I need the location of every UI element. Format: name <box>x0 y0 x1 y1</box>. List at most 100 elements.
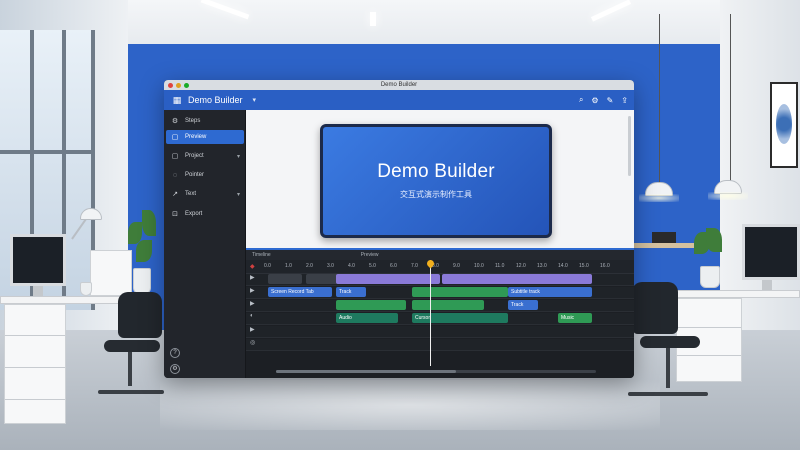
timeline-clip[interactable]: Music <box>558 313 592 323</box>
app-window: Demo Builder ▦ Demo Builder ▾ ⌕ ⚙ ✎ ⇪ ⚙ … <box>164 80 634 378</box>
wall-art <box>770 82 798 168</box>
sidebar-item-pointer[interactable]: ◌ Pointer <box>166 168 244 182</box>
timeline-ruler[interactable]: ◆ 0.0 1.0 2.0 3.0 4.0 5.0 6.0 7.0 8.0 9.0 10.0 11.0… <box>246 260 634 274</box>
ruler-tick-label: 15.0 <box>579 263 589 269</box>
tab-preview[interactable]: Preview <box>361 252 379 258</box>
grid-logo-icon[interactable]: ▦ <box>170 90 184 110</box>
play-icon[interactable]: ▶ <box>250 300 255 307</box>
ruler-tick-label: 12.0 <box>516 263 526 269</box>
preview-canvas: Demo Builder 交互式演示制作工具 <box>246 110 634 248</box>
pendant-wire <box>659 14 660 184</box>
tab-timeline[interactable]: Timeline <box>252 252 271 258</box>
playhead[interactable] <box>430 260 431 366</box>
help-icon[interactable]: ? <box>170 348 180 358</box>
audio-icon[interactable]: ◐ <box>250 313 254 319</box>
sidebar-item-label: Pointer <box>185 172 205 178</box>
timeline-track: ▶ <box>246 326 634 338</box>
timeline-track: ▶ Track <box>246 300 634 312</box>
sidebar-item-preview[interactable]: ▢ Preview <box>166 130 244 144</box>
ruler-tick-label: 3.0 <box>327 263 334 269</box>
cursor-icon: ◌ <box>172 171 178 179</box>
plant-pot <box>80 282 92 296</box>
timeline-clip[interactable] <box>412 300 484 310</box>
edit-icon[interactable]: ✎ <box>607 96 614 105</box>
sidebar-item-label: Preview <box>185 134 207 140</box>
right-wall <box>720 0 800 340</box>
ruler-tick-label: 4.0 <box>348 263 355 269</box>
ruler-tick-label: 13.0 <box>537 263 547 269</box>
timeline-track: ◐ Audio Cursor Music <box>246 313 634 325</box>
printer <box>90 250 132 296</box>
desk-monitor <box>10 234 66 286</box>
ruler-tick-label: 10.0 <box>474 263 484 269</box>
preview-title: Demo Builder <box>377 161 495 182</box>
timeline-clip[interactable] <box>336 274 440 284</box>
plant-pot <box>700 266 720 288</box>
desk <box>664 290 800 298</box>
preview-subtitle: 交互式演示制作工具 <box>400 190 472 199</box>
sidebar-item-label: Text <box>185 191 197 197</box>
marker-icon[interactable]: ◆ <box>250 263 255 270</box>
settings-icon[interactable]: ⚙ <box>170 364 180 374</box>
timeline-clip[interactable] <box>268 274 302 284</box>
sidebar-item-steps[interactable]: ⚙ Steps <box>166 114 244 128</box>
ruler-tick-label: 2.0 <box>306 263 313 269</box>
window-titlebar: Demo Builder <box>164 80 634 90</box>
play-icon[interactable]: ▶ <box>250 274 255 281</box>
timeline-clip[interactable]: Cursor <box>412 313 508 323</box>
toolbar-actions: ⌕ ⚙ ✎ ⇪ <box>579 90 628 110</box>
timeline-track: ▶ Screen Record Tab Track Subtitle track <box>246 287 634 299</box>
screen-icon: ▢ <box>171 134 179 141</box>
preview-screen[interactable]: Demo Builder 交互式演示制作工具 <box>320 124 552 238</box>
ruler-tick-label: 5.0 <box>369 263 376 269</box>
timeline-clip[interactable] <box>306 274 338 284</box>
office-chair <box>118 292 162 338</box>
ruler-tick-label: 1.0 <box>285 263 292 269</box>
timeline-clip[interactable]: Subtitle track <box>508 287 592 297</box>
plant-pot <box>133 268 151 294</box>
target-icon[interactable]: ◎ <box>250 339 255 346</box>
office-chair <box>632 282 678 334</box>
timeline-track: ◎ <box>246 339 634 351</box>
timeline-clip[interactable]: Track <box>508 300 538 310</box>
horizontal-scrollbar[interactable] <box>276 370 596 373</box>
share-icon[interactable]: ⇪ <box>621 96 628 105</box>
timeline-panel: Timeline Preview ◆ 0.0 1.0 2.0 3.0 4.0 5.0 6.0… <box>246 248 634 378</box>
sidebar-item-label: Export <box>185 211 203 217</box>
timeline-clip[interactable]: Screen Record Tab <box>268 287 332 297</box>
chevron-down-icon: ▾ <box>236 191 240 198</box>
shelf-object <box>652 232 676 243</box>
settings-icon[interactable]: ⚙ <box>591 96 598 105</box>
app-name: Demo Builder <box>188 95 243 105</box>
ruler-tick-label: 0.0 <box>264 263 271 269</box>
gear-icon: ⚙ <box>171 118 179 125</box>
chevron-down-icon: ▾ <box>236 153 240 160</box>
chevron-down-icon[interactable]: ▾ <box>253 96 257 104</box>
cabinet <box>4 304 66 424</box>
timeline-clip[interactable] <box>336 300 406 310</box>
ruler-tick-label: 14.0 <box>558 263 568 269</box>
timeline-clip[interactable] <box>412 287 508 297</box>
sidebar-item-project[interactable]: ▢ Project ▾ <box>166 149 244 163</box>
sidebar: ⚙ Steps ▢ Preview ▢ Project ▾ ◌ Pointer … <box>164 110 246 378</box>
ruler-tick-label: 11.0 <box>495 263 505 269</box>
layers-icon: ▢ <box>171 153 179 160</box>
search-icon[interactable]: ⌕ <box>579 95 583 105</box>
timeline-clip[interactable]: Audio <box>336 313 398 323</box>
desk-monitor <box>742 224 800 280</box>
timeline-header: Timeline Preview <box>246 248 634 260</box>
window-title: Demo Builder <box>380 82 418 88</box>
play-icon[interactable]: ▶ <box>250 287 255 294</box>
scrollbar-thumb[interactable] <box>276 370 456 373</box>
sidebar-item-label: Project <box>185 153 204 159</box>
timeline-track: ▶ <box>246 274 634 286</box>
pendant-wire <box>730 14 731 182</box>
play-icon[interactable]: ▶ <box>250 326 255 333</box>
sidebar-item-label: Steps <box>185 118 201 124</box>
vertical-scrollbar[interactable] <box>628 116 631 176</box>
sidebar-item-text[interactable]: ↗ Text ▾ <box>166 187 244 201</box>
timeline-clip[interactable] <box>442 274 592 284</box>
timeline-clip[interactable]: Track <box>336 287 366 297</box>
ruler-tick-label: 9.0 <box>453 263 460 269</box>
sidebar-item-export[interactable]: ⊡ Export <box>166 207 244 221</box>
